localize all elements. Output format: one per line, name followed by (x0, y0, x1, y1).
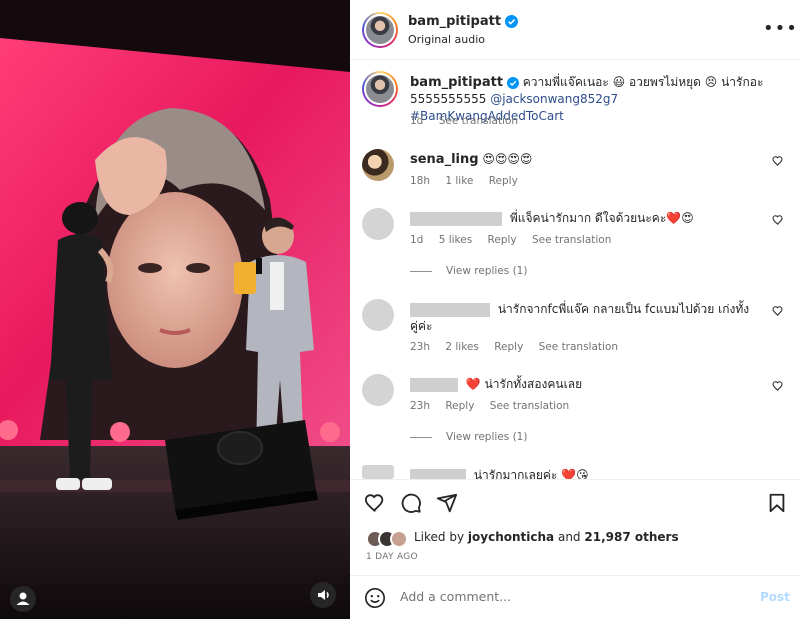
comment-time: 1d (410, 234, 424, 246)
comment-likes[interactable]: 5 likes (439, 234, 473, 246)
add-comment-input[interactable] (400, 589, 730, 604)
redacted-username (410, 302, 490, 317)
caption-avatar[interactable] (362, 71, 398, 107)
comment-like-heart-icon[interactable] (772, 305, 784, 317)
comment-avatar[interactable] (362, 374, 394, 406)
reply-button[interactable]: Reply (488, 234, 517, 246)
author-avatar[interactable] (362, 12, 398, 48)
view-replies-button[interactable]: View replies (1) (410, 265, 527, 277)
comment-like-heart-icon[interactable] (772, 380, 784, 392)
share-icon[interactable] (436, 492, 458, 514)
user-tag-icon (16, 592, 30, 605)
comment-text: ❤️ น่ารักทั้งสองคนเลย (465, 377, 583, 391)
post-date: 1 DAY AGO (366, 552, 418, 562)
caption-mention-link[interactable]: @jacksonwang852g7 (490, 92, 618, 106)
comment-item: sena_ling 😍😍😍😍 18h 1 like Reply (360, 149, 790, 199)
liked-by-and: and (557, 530, 581, 544)
post-actions-section: Liked by joychonticha and 21,987 others … (350, 479, 800, 575)
verified-badge-icon (506, 76, 519, 89)
liked-by-user[interactable]: joychonticha (468, 530, 554, 544)
comments-scroll-area[interactable]: bam_pitipatt ความพี่แจ๊คเนอะ 😃 อวยพรไม่ห… (350, 61, 800, 479)
comment-text: พี่แจ็คน่ารักมาก ดีใจด้วยนะคะ❤️😍 (509, 211, 694, 225)
comment-item: น่ารักจากfcพี่แจ๊ค กลายเป็น fcแบมไปด้วย … (360, 299, 790, 359)
comment-username[interactable]: sena_ling (410, 152, 479, 167)
reply-button[interactable]: Reply (445, 400, 474, 412)
comment-text: 😍😍😍😍 (482, 152, 533, 166)
see-translation-link[interactable]: See translation (439, 115, 518, 127)
audio-icon (318, 590, 329, 600)
user-tag-button[interactable] (10, 586, 36, 612)
view-replies-button[interactable]: View replies (1) (410, 431, 527, 443)
emoji-icon[interactable] (364, 587, 386, 609)
comment-like-heart-icon[interactable] (772, 155, 784, 167)
reply-button[interactable]: Reply (489, 175, 518, 187)
liker-avatars[interactable] (366, 530, 414, 548)
verified-badge-icon (504, 15, 518, 28)
comment-avatar[interactable] (362, 208, 394, 240)
redacted-username (410, 211, 502, 226)
caption-username[interactable]: bam_pitipatt (410, 75, 503, 90)
comment-icon[interactable] (400, 492, 422, 514)
caption-time: 1d (410, 115, 424, 127)
see-translation-link[interactable]: See translation (490, 400, 569, 412)
video-frame-illustration (0, 0, 350, 619)
comment-time: 23h (410, 400, 431, 412)
liked-by-count[interactable]: 21,987 others (584, 530, 678, 544)
comment-avatar[interactable] (362, 465, 394, 479)
comment-item: ❤️ น่ารักทั้งสองคนเลย 23h Reply See tran… (360, 374, 790, 449)
comment-time: 23h (410, 341, 431, 353)
bookmark-icon[interactable] (766, 492, 788, 514)
post-comment-button[interactable]: Post (760, 590, 790, 604)
redacted-username (410, 377, 458, 392)
audio-toggle-button[interactable] (310, 582, 336, 608)
redacted-username (410, 468, 466, 479)
comment-item: พี่แจ็คน่ารักมาก ดีใจด้วยนะคะ❤️😍 1d 5 li… (360, 208, 790, 283)
comment-text: น่ารักมากเลยค่ะ ❤️😘 (473, 468, 589, 479)
see-translation-link[interactable]: See translation (532, 234, 611, 246)
liked-by-prefix: Liked by (414, 530, 465, 544)
post-detail-panel: bam_pitipatt Original audio ••• bam_piti… (350, 0, 800, 619)
more-options-icon[interactable]: ••• (763, 20, 798, 38)
comment-avatar[interactable] (362, 149, 394, 181)
comment-avatar[interactable] (362, 299, 394, 331)
add-comment-bar: Post (350, 575, 800, 619)
post-media-video[interactable] (0, 0, 350, 619)
comment-likes[interactable]: 1 like (445, 175, 473, 187)
liked-by-line: Liked by joychonticha and 21,987 others (414, 530, 679, 544)
reply-button[interactable]: Reply (494, 341, 523, 353)
comment-like-heart-icon[interactable] (772, 214, 784, 226)
heart-icon[interactable] (364, 492, 386, 514)
post-header: bam_pitipatt Original audio ••• (350, 0, 800, 60)
see-translation-link[interactable]: See translation (539, 341, 618, 353)
comment-item: น่ารักมากเลยค่ะ ❤️😘 (360, 465, 790, 479)
comment-likes[interactable]: 2 likes (445, 341, 479, 353)
comment-time: 18h (410, 175, 431, 187)
audio-label[interactable]: Original audio (408, 33, 485, 46)
author-username[interactable]: bam_pitipatt (408, 14, 501, 29)
